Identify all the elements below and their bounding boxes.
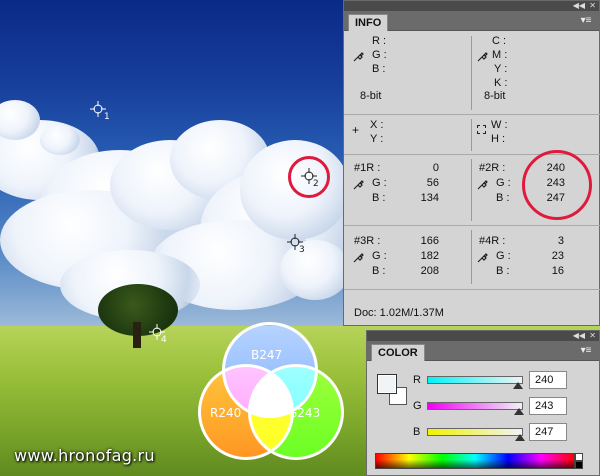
b-slider-thumb[interactable]	[515, 434, 525, 441]
color-panel-titlebar[interactable]: ◀◀ ✕	[367, 331, 599, 341]
info-position-section: + X : Y : W : H :	[344, 115, 600, 155]
r-slider[interactable]	[427, 376, 523, 384]
foreground-color-swatch[interactable]	[377, 374, 397, 394]
sampler-2-b-value: 247	[546, 192, 565, 204]
rgb-venn-diagram: B247 R240 G243	[196, 322, 346, 460]
sampler-3-g-label: G :	[372, 250, 387, 262]
sampler-1-b-label: B :	[372, 192, 386, 204]
rgb-g-label: G :	[372, 49, 387, 61]
panel-menu-icon[interactable]: ▾≡	[579, 345, 593, 356]
eyedropper-icon	[353, 252, 364, 263]
cmyk-y-label: Y :	[494, 63, 508, 75]
sampler-1-r-label: #1R :	[354, 162, 381, 174]
sampler-2-label: 2	[313, 179, 319, 189]
eyedropper-icon	[477, 252, 488, 263]
watermark: www.hronofag.ru	[14, 446, 155, 465]
sampler-4-r-label: #4R :	[479, 235, 506, 247]
b-value-field[interactable]: 247	[529, 423, 567, 441]
panel-menu-icon[interactable]: ▾≡	[579, 15, 593, 26]
h-label: H :	[491, 133, 506, 145]
sampler-3-r-value: 166	[420, 235, 439, 247]
venn-green-label: G243	[288, 406, 321, 420]
bit-depth-left: 8-bit	[360, 90, 382, 102]
collapse-icon[interactable]: ◀◀	[573, 331, 585, 341]
color-spectrum-ramp[interactable]	[375, 453, 575, 469]
venn-red-label: R240	[210, 406, 242, 420]
sampler-4-g-value: 23	[551, 250, 564, 262]
sampler-4-b-label: B :	[496, 265, 510, 277]
sampler-1-label: 1	[104, 112, 110, 122]
selection-size-icon	[477, 125, 486, 134]
color-g-label: G	[413, 400, 422, 412]
color-panel: ◀◀ ✕ COLOR ▾≡ R 240 G 243 B 247	[366, 330, 600, 476]
sampler-4-g-label: G :	[496, 250, 511, 262]
sampler-2-b-label: B :	[496, 192, 510, 204]
sampler-1-r-value: 0	[432, 162, 439, 174]
sampler-2-g-label: G :	[496, 177, 511, 189]
sampler-3-g-value: 182	[420, 250, 439, 262]
b-slider[interactable]	[427, 428, 523, 436]
sampler-1-g-value: 56	[426, 177, 439, 189]
info-panel-titlebar[interactable]: ◀◀ ✕	[344, 1, 599, 11]
bit-depth-right: 8-bit	[484, 90, 506, 102]
sampler-1-2-section: #1R : G : B : 0 56 134 #2R : G : B : 240…	[344, 150, 600, 226]
sampler-4-b-value: 16	[551, 265, 564, 277]
g-slider[interactable]	[427, 402, 523, 410]
doc-size: Doc: 1.02M/1.37M	[354, 307, 444, 319]
collapse-icon[interactable]: ◀◀	[573, 1, 585, 11]
tab-color[interactable]: COLOR	[371, 344, 425, 361]
y-label: Y :	[370, 133, 384, 145]
sampler-4-r-value: 3	[557, 235, 564, 247]
cmyk-m-label: M :	[492, 49, 508, 61]
rgb-r-label: R :	[372, 35, 387, 47]
sampler-1-g-label: G :	[372, 177, 387, 189]
eyedropper-icon	[477, 51, 488, 62]
sampler-3-4-section: #3R : G : B : 166 182 208 #4R : G : B : …	[344, 226, 600, 290]
black-swatch[interactable]	[575, 461, 583, 469]
g-slider-thumb[interactable]	[514, 408, 524, 415]
color-r-label: R	[413, 374, 421, 386]
sampler-3-b-label: B :	[372, 265, 386, 277]
info-readout-section: R : G : B : 8-bit C : M : Y : K : 8-bit	[344, 32, 600, 115]
sampler-2-r-label: #2R :	[479, 162, 506, 174]
sampler-2-g-value: 243	[546, 177, 565, 189]
r-value-field[interactable]: 240	[529, 371, 567, 389]
sampler-1-b-value: 134	[420, 192, 439, 204]
rgb-b-label: B :	[372, 63, 386, 75]
eyedropper-icon	[353, 179, 364, 190]
eyedropper-icon	[353, 51, 364, 62]
venn-blue-label: B247	[251, 348, 283, 362]
sampler-3-r-label: #3R :	[354, 235, 381, 247]
x-label: X :	[370, 119, 384, 131]
crosshair-icon: +	[352, 123, 360, 137]
color-b-label: B	[413, 426, 421, 438]
sampler-3-label: 3	[299, 245, 305, 255]
r-slider-thumb[interactable]	[513, 382, 523, 389]
close-icon[interactable]: ✕	[589, 1, 596, 11]
sampler-2-r-value: 240	[546, 162, 565, 174]
cmyk-k-label: K :	[494, 77, 508, 89]
sampler-3-b-value: 208	[420, 265, 439, 277]
cmyk-c-label: C :	[492, 35, 507, 47]
close-icon[interactable]: ✕	[589, 331, 596, 341]
w-label: W :	[491, 119, 508, 131]
white-swatch[interactable]	[575, 453, 583, 461]
tab-info[interactable]: INFO	[348, 14, 389, 31]
g-value-field[interactable]: 243	[529, 397, 567, 415]
eyedropper-icon	[477, 179, 488, 190]
sampler-4-label: 4	[161, 335, 167, 345]
info-panel: ◀◀ ✕ INFO ▾≡ R : G : B : 8-bit C : M : Y…	[343, 0, 600, 326]
